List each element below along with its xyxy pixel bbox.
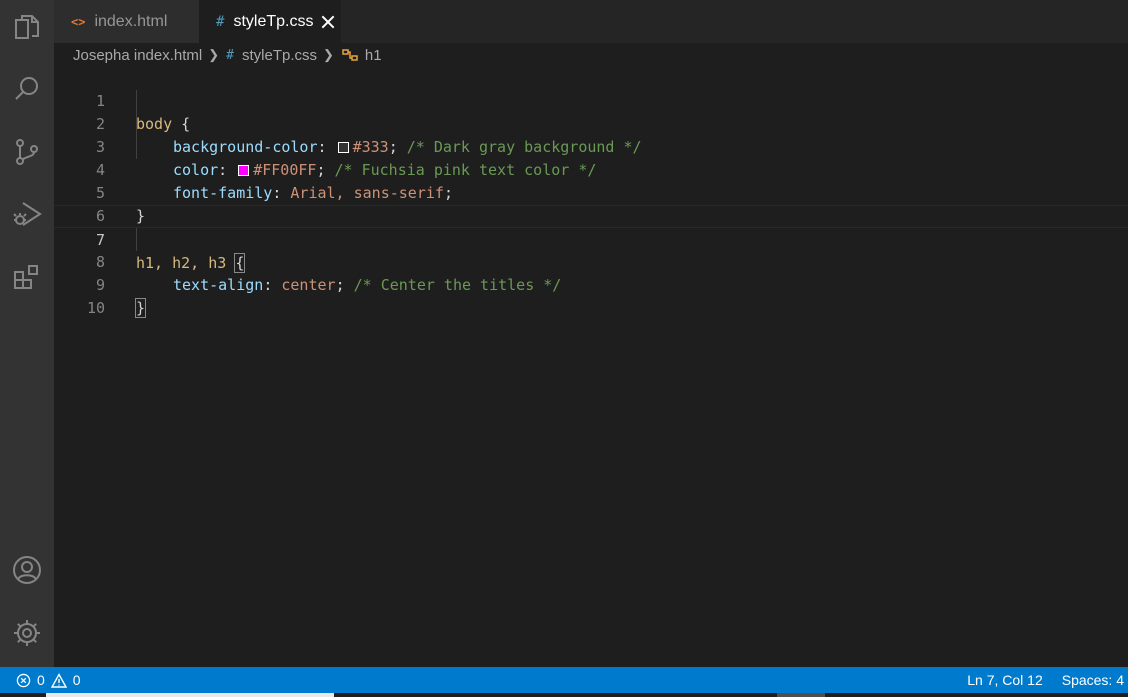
line-number: 10: [86, 299, 105, 317]
problems-indicator[interactable]: 0 0: [16, 672, 87, 688]
brace-match: }: [134, 298, 147, 318]
code-line: 8 text-align: center; /* Center the titl…: [54, 228, 1128, 294]
code-line: 5 }: [54, 159, 1128, 225]
code-line: 6: [54, 182, 1128, 225]
error-count: 0: [37, 672, 45, 688]
search-icon[interactable]: [9, 71, 45, 107]
breadcrumb: Josepha index.html ❯ # styleTp.css ❯ h1: [54, 43, 1128, 67]
code-line: 9 }: [54, 251, 1128, 318]
tab-label: styleTp.css: [233, 12, 314, 30]
taskbar-strip: [0, 693, 1128, 697]
settings-gear-icon[interactable]: [9, 615, 45, 651]
breadcrumb-symbol[interactable]: h1: [365, 47, 382, 64]
breadcrumb-file[interactable]: styleTp.css: [242, 47, 317, 64]
extensions-icon[interactable]: [9, 259, 45, 295]
code-editor[interactable]: 1 body { 2 background-color: #333; /* Da…: [54, 67, 1128, 667]
warning-count: 0: [72, 672, 81, 688]
tab-styletp-css[interactable]: # styleTp.css: [199, 0, 341, 43]
css-file-icon: #: [226, 47, 234, 63]
code-line: 4 font-family: Arial, sans-serif;: [54, 136, 1128, 202]
html-file-icon: <>: [71, 14, 86, 29]
code-line-current: 7 h1, h2, h3 {: [54, 205, 1128, 273]
tab-index-html[interactable]: <> index.html: [54, 0, 199, 43]
tab-bar: <> index.html # styleTp.css: [54, 0, 1128, 43]
account-icon[interactable]: [9, 552, 45, 588]
css-file-icon: #: [216, 13, 225, 30]
code-line: 10: [54, 274, 1128, 317]
activity-bar: [0, 0, 54, 667]
source-control-icon[interactable]: [9, 134, 45, 170]
tab-label: index.html: [94, 12, 168, 30]
close-icon[interactable]: [321, 15, 335, 29]
code-line: 1 body {: [54, 67, 1128, 133]
chevron-right-icon: ❯: [208, 47, 220, 62]
error-icon: [16, 673, 31, 688]
indentation-setting[interactable]: Spaces: 4: [1062, 672, 1124, 688]
breadcrumb-folder[interactable]: Josepha index.html: [73, 47, 202, 64]
explorer-icon[interactable]: [9, 9, 45, 45]
cursor-position[interactable]: Ln 7, Col 12: [967, 672, 1043, 688]
chevron-right-icon: ❯: [323, 47, 334, 62]
code-line: 2 background-color: #333; /* Dark gray b…: [54, 90, 1128, 156]
warning-icon: [50, 672, 67, 688]
run-debug-icon[interactable]: [9, 196, 45, 232]
code-line: 3 color: #FF00FF; /* Fuchsia pink text c…: [54, 113, 1128, 179]
symbol-selector-icon: [341, 47, 359, 63]
taskbar-segment: [777, 693, 825, 697]
taskbar-segment: [46, 693, 334, 697]
status-bar: 0 0 Ln 7, Col 12 Spaces: 4: [0, 667, 1128, 693]
